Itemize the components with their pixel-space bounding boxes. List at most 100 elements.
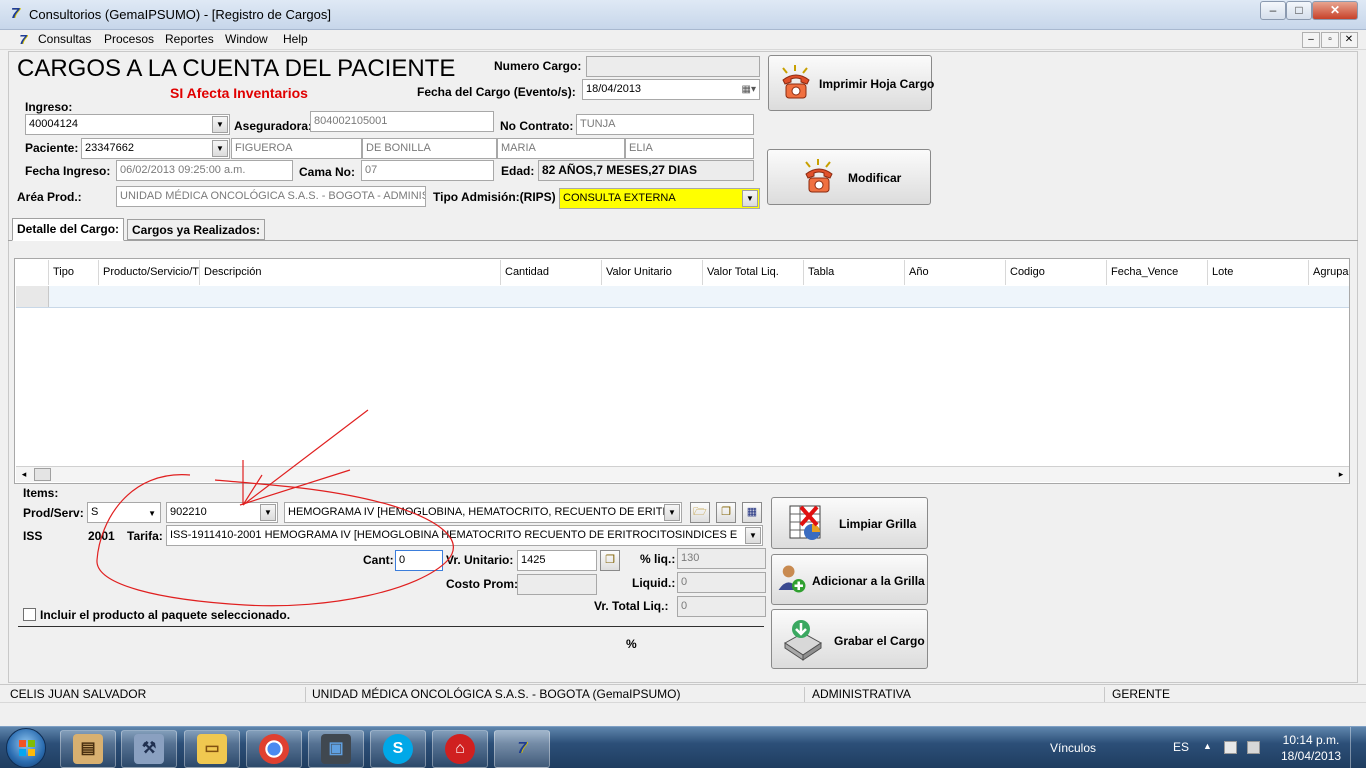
vr-unitario-label: Vr. Unitario: bbox=[446, 553, 514, 567]
chevron-down-icon[interactable]: ▼ bbox=[212, 140, 228, 157]
column-header-tipo[interactable]: Tipo bbox=[49, 260, 99, 285]
prod-serv-label: Prod/Serv: bbox=[23, 506, 84, 520]
tab-detalle-cargo[interactable]: Detalle del Cargo: bbox=[12, 218, 125, 241]
copy-button[interactable]: ❐ bbox=[716, 502, 736, 523]
column-header-fecha-vence[interactable]: Fecha_Vence bbox=[1107, 260, 1208, 285]
column-header-valor-total[interactable]: Valor Total Liq. bbox=[703, 260, 804, 285]
column-header-producto[interactable]: Producto/Servicio/T bbox=[99, 260, 200, 285]
menu-procesos[interactable]: Procesos bbox=[104, 32, 154, 46]
power-icon[interactable] bbox=[1247, 741, 1260, 754]
adicionar-grilla-button[interactable]: Adicionar a la Grilla bbox=[771, 554, 928, 605]
close-button[interactable]: ✕ bbox=[1312, 1, 1358, 20]
column-header-cantidad[interactable]: Cantidad bbox=[501, 260, 602, 285]
chevron-down-icon[interactable]: ▼ bbox=[212, 116, 228, 133]
column-header-valor-unitario[interactable]: Valor Unitario bbox=[602, 260, 703, 285]
taskbar-app-skype[interactable]: S bbox=[370, 730, 426, 768]
fecha-cargo-picker[interactable]: 18/04/2013 ▦▾ bbox=[582, 79, 760, 100]
mdi-minimize-button[interactable]: – bbox=[1302, 32, 1320, 48]
horizontal-scrollbar[interactable]: ◂ ▸ bbox=[16, 466, 1349, 482]
save-drive-icon bbox=[784, 620, 822, 661]
modificar-label: Modificar bbox=[848, 171, 902, 185]
start-button[interactable] bbox=[6, 728, 46, 768]
chevron-down-icon[interactable]: ▼ bbox=[664, 504, 680, 521]
cargo-detail-grid[interactable]: Tipo Producto/Servicio/T Descripción Can… bbox=[14, 258, 1350, 484]
menu-reportes[interactable]: Reportes bbox=[165, 32, 214, 46]
network-icon[interactable] bbox=[1224, 741, 1237, 754]
menu-help[interactable]: Help bbox=[283, 32, 308, 46]
tray-expand-icon[interactable]: ▲ bbox=[1203, 741, 1212, 751]
column-header-agrupa[interactable]: Agrupa bbox=[1309, 260, 1349, 285]
taskbar-app-bank[interactable]: ⌂ bbox=[432, 730, 488, 768]
window-bottom bbox=[0, 702, 1366, 726]
status-area: ADMINISTRATIVA bbox=[810, 687, 1105, 702]
chevron-down-icon[interactable]: ▼ bbox=[745, 527, 761, 544]
chevron-down-icon[interactable]: ▼ bbox=[148, 506, 156, 521]
calendar-dropdown-icon[interactable]: ▦▾ bbox=[742, 82, 756, 97]
tarifa-combo[interactable]: ISS-1911410-2001 HEMOGRAMA IV [HEMOGLOBI… bbox=[166, 525, 763, 546]
prod-serv-code-combo[interactable]: 902210 ▼ bbox=[166, 502, 278, 523]
menu-consultas[interactable]: Consultas bbox=[38, 32, 91, 46]
row-selector[interactable] bbox=[16, 286, 49, 307]
clock-date[interactable]: 18/04/2013 bbox=[1281, 749, 1341, 763]
chrome-icon bbox=[259, 734, 289, 764]
chevron-down-icon[interactable]: ▼ bbox=[260, 504, 276, 521]
ingreso-combo[interactable]: 40004124 ▼ bbox=[25, 114, 230, 135]
grid-row-header bbox=[16, 260, 49, 285]
aseguradora-field: 804002105001 bbox=[310, 111, 494, 132]
prod-serv-code-value: 902210 bbox=[170, 506, 207, 518]
chevron-down-icon[interactable]: ▼ bbox=[742, 190, 758, 207]
paciente-combo[interactable]: 23347662 ▼ bbox=[81, 138, 230, 159]
apellido2-field: DE BONILLA bbox=[362, 138, 497, 159]
cama-label: Cama No: bbox=[299, 165, 356, 179]
menu-window[interactable]: Window bbox=[225, 32, 268, 46]
table-row[interactable] bbox=[16, 286, 1349, 308]
vinculos-toolbar[interactable]: Vínculos bbox=[1050, 741, 1096, 755]
grabar-cargo-button[interactable]: Grabar el Cargo bbox=[771, 609, 928, 669]
prod-serv-type-select[interactable]: S ▼ bbox=[87, 502, 161, 523]
mdi-close-button[interactable]: ✕ bbox=[1340, 32, 1358, 48]
phone-icon bbox=[782, 65, 810, 99]
column-header-ano[interactable]: Año bbox=[905, 260, 1006, 285]
modificar-button[interactable]: Modificar bbox=[767, 149, 931, 205]
column-header-descripcion[interactable]: Descripción bbox=[200, 260, 501, 285]
ingreso-label: Ingreso: bbox=[25, 100, 73, 114]
tab-divider bbox=[8, 240, 1358, 241]
area-prod-field: UNIDAD MÉDICA ONCOLÓGICA S.A.S. - BOGOTA… bbox=[116, 186, 426, 207]
column-header-lote[interactable]: Lote bbox=[1208, 260, 1309, 285]
cant-label: Cant: bbox=[363, 553, 394, 567]
maximize-button[interactable]: □ bbox=[1286, 1, 1312, 20]
taskbar-app-chrome[interactable] bbox=[246, 730, 302, 768]
clock-time[interactable]: 10:14 p.m. bbox=[1281, 733, 1341, 747]
taskbar-app-gema[interactable]: 7 bbox=[494, 730, 550, 768]
inventory-notice: SI Afecta Inventarios bbox=[170, 85, 308, 101]
scroll-thumb[interactable] bbox=[34, 468, 51, 481]
phone-icon bbox=[805, 159, 833, 193]
tab-cargos-realizados[interactable]: Cargos ya Realizados: bbox=[127, 219, 266, 240]
calendar-button[interactable]: ▦ bbox=[742, 502, 762, 523]
limpiar-grilla-button[interactable]: Limpiar Grilla bbox=[771, 497, 928, 549]
language-indicator[interactable]: ES bbox=[1173, 740, 1189, 754]
cant-input[interactable]: 0 bbox=[395, 550, 443, 571]
open-folder-button[interactable]: 🗁 bbox=[690, 502, 710, 523]
column-header-codigo[interactable]: Codigo bbox=[1006, 260, 1107, 285]
paciente-value: 23347662 bbox=[85, 142, 134, 154]
percent-label: % bbox=[626, 637, 637, 651]
mdi-restore-button[interactable]: ▫ bbox=[1321, 32, 1339, 48]
imprimir-hoja-cargo-button[interactable]: Imprimir Hoja Cargo bbox=[768, 55, 934, 111]
tipo-admision-combo[interactable]: CONSULTA EXTERNA ▼ bbox=[559, 188, 760, 209]
incluir-paquete-checkbox[interactable] bbox=[23, 608, 36, 621]
taskbar-app-files[interactable]: ▤ bbox=[60, 730, 116, 768]
column-header-tabla[interactable]: Tabla bbox=[804, 260, 905, 285]
vr-unitario-input[interactable]: 1425 bbox=[517, 550, 597, 571]
taskbar-app-explorer[interactable]: ▭ bbox=[184, 730, 240, 768]
taskbar: ▤ ⚒ ▭ ▣ S ⌂ 7 Vínculos ES ▲ 10:14 p.m. 1… bbox=[0, 726, 1366, 768]
price-lookup-button[interactable]: ❐ bbox=[600, 550, 620, 571]
taskbar-app-tools[interactable]: ⚒ bbox=[121, 730, 177, 768]
monitor-icon: ▣ bbox=[321, 734, 351, 764]
scroll-left-icon[interactable]: ◂ bbox=[17, 467, 31, 481]
taskbar-app-monitor[interactable]: ▣ bbox=[308, 730, 364, 768]
show-desktop-button[interactable] bbox=[1350, 727, 1366, 768]
prod-serv-desc-combo[interactable]: HEMOGRAMA IV [HEMOGLOBINA, HEMATOCRITO, … bbox=[284, 502, 682, 523]
minimize-button[interactable]: – bbox=[1260, 1, 1286, 20]
scroll-right-icon[interactable]: ▸ bbox=[1334, 467, 1348, 481]
